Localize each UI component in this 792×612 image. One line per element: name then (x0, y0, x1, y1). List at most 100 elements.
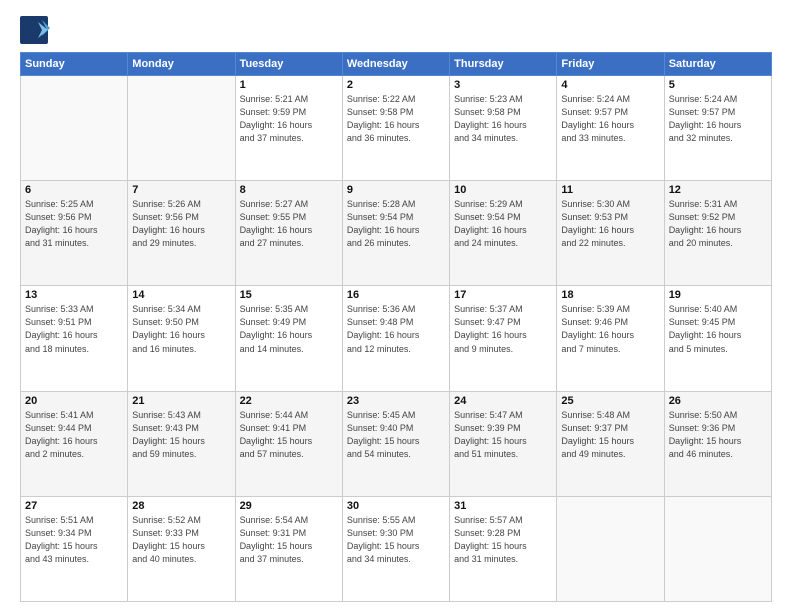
calendar-cell: 18 Sunrise: 5:39 AMSunset: 9:46 PMDayligh… (557, 286, 664, 391)
calendar-cell: 5Sunrise: 5:24 AMSunset: 9:57 PMDaylight… (664, 76, 771, 181)
day-number: 3 (454, 79, 552, 91)
day-number: 28 (132, 500, 230, 512)
day-number: 18 (561, 289, 659, 301)
day-info: Sunrise: 5:37 AMSunset: 9:47 PMDaylight:… (454, 303, 552, 355)
day-info: Sunrise: 5:41 AMSunset: 9:44 PMDaylight:… (25, 409, 123, 461)
day-info: Sunrise: 5:43 AMSunset: 9:43 PMDaylight:… (132, 409, 230, 461)
calendar-cell: 14Sunrise: 5:34 AMSunset: 9:50 PMDayligh… (128, 286, 235, 391)
calendar-cell: 31Sunrise: 5:57 AMSunset: 9:28 PMDayligh… (450, 496, 557, 601)
calendar-cell: 15 Sunrise: 5:35 AMSunset: 9:49 PMDayligh… (235, 286, 342, 391)
calendar-cell (128, 76, 235, 181)
calendar-cell: 28 Sunrise: 5:52 AMSunset: 9:33 PMDayligh… (128, 496, 235, 601)
day-number: 23 (347, 395, 445, 407)
calendar-cell: 9 Sunrise: 5:28 AMSunset: 9:54 PMDaylight… (342, 181, 449, 286)
calendar-week-row: 20 Sunrise: 5:41 AMSunset: 9:44 PMDayligh… (21, 391, 772, 496)
calendar-cell: 24 Sunrise: 5:47 AMSunset: 9:39 PMDayligh… (450, 391, 557, 496)
logo-icon (20, 16, 50, 44)
day-number: 13 (25, 289, 123, 301)
day-info: Sunrise: 5:28 AMSunset: 9:54 PMDaylight:… (347, 198, 445, 250)
calendar-cell (664, 496, 771, 601)
calendar-cell: 11 Sunrise: 5:30 AMSunset: 9:53 PMDayligh… (557, 181, 664, 286)
day-info: Sunrise: 5:27 AMSunset: 9:55 PMDaylight:… (240, 198, 338, 250)
day-info: Sunrise: 5:44 AMSunset: 9:41 PMDaylight:… (240, 409, 338, 461)
calendar-cell: 29Sunrise: 5:54 AMSunset: 9:31 PMDayligh… (235, 496, 342, 601)
calendar-cell: 12Sunrise: 5:31 AMSunset: 9:52 PMDayligh… (664, 181, 771, 286)
day-info: Sunrise: 5:23 AMSunset: 9:58 PMDaylight:… (454, 93, 552, 145)
calendar-cell: 17 Sunrise: 5:37 AMSunset: 9:47 PMDayligh… (450, 286, 557, 391)
day-info: Sunrise: 5:34 AMSunset: 9:50 PMDaylight:… (132, 303, 230, 355)
day-number: 17 (454, 289, 552, 301)
page: SundayMondayTuesdayWednesdayThursdayFrid… (0, 0, 792, 612)
day-number: 25 (561, 395, 659, 407)
day-number: 26 (669, 395, 767, 407)
day-info: Sunrise: 5:47 AMSunset: 9:39 PMDaylight:… (454, 409, 552, 461)
calendar-week-row: 1 Sunrise: 5:21 AMSunset: 9:59 PMDaylight… (21, 76, 772, 181)
col-header-friday: Friday (557, 53, 664, 76)
day-info: Sunrise: 5:30 AMSunset: 9:53 PMDaylight:… (561, 198, 659, 250)
day-info: Sunrise: 5:39 AMSunset: 9:46 PMDaylight:… (561, 303, 659, 355)
day-number: 5 (669, 79, 767, 91)
calendar-cell: 30Sunrise: 5:55 AMSunset: 9:30 PMDayligh… (342, 496, 449, 601)
day-number: 27 (25, 500, 123, 512)
calendar-week-row: 6Sunrise: 5:25 AMSunset: 9:56 PMDaylight… (21, 181, 772, 286)
day-number: 9 (347, 184, 445, 196)
calendar-cell: 1 Sunrise: 5:21 AMSunset: 9:59 PMDaylight… (235, 76, 342, 181)
day-info: Sunrise: 5:55 AMSunset: 9:30 PMDaylight:… (347, 514, 445, 566)
day-number: 6 (25, 184, 123, 196)
day-number: 21 (132, 395, 230, 407)
calendar-cell: 21 Sunrise: 5:43 AMSunset: 9:43 PMDayligh… (128, 391, 235, 496)
col-header-saturday: Saturday (664, 53, 771, 76)
day-info: Sunrise: 5:52 AMSunset: 9:33 PMDaylight:… (132, 514, 230, 566)
day-number: 20 (25, 395, 123, 407)
calendar-cell (557, 496, 664, 601)
day-info: Sunrise: 5:40 AMSunset: 9:45 PMDaylight:… (669, 303, 767, 355)
day-info: Sunrise: 5:29 AMSunset: 9:54 PMDaylight:… (454, 198, 552, 250)
calendar-cell: 4Sunrise: 5:24 AMSunset: 9:57 PMDaylight… (557, 76, 664, 181)
col-header-thursday: Thursday (450, 53, 557, 76)
calendar-cell: 20 Sunrise: 5:41 AMSunset: 9:44 PMDayligh… (21, 391, 128, 496)
day-number: 8 (240, 184, 338, 196)
day-info: Sunrise: 5:36 AMSunset: 9:48 PMDaylight:… (347, 303, 445, 355)
calendar-cell: 26 Sunrise: 5:50 AMSunset: 9:36 PMDayligh… (664, 391, 771, 496)
calendar-cell: 13 Sunrise: 5:33 AMSunset: 9:51 PMDayligh… (21, 286, 128, 391)
day-number: 1 (240, 79, 338, 91)
day-info: Sunrise: 5:21 AMSunset: 9:59 PMDaylight:… (240, 93, 338, 145)
day-info: Sunrise: 5:54 AMSunset: 9:31 PMDaylight:… (240, 514, 338, 566)
calendar-cell: 3 Sunrise: 5:23 AMSunset: 9:58 PMDaylight… (450, 76, 557, 181)
day-info: Sunrise: 5:48 AMSunset: 9:37 PMDaylight:… (561, 409, 659, 461)
header (20, 16, 772, 44)
day-number: 31 (454, 500, 552, 512)
day-number: 22 (240, 395, 338, 407)
day-number: 15 (240, 289, 338, 301)
day-number: 7 (132, 184, 230, 196)
day-number: 10 (454, 184, 552, 196)
day-info: Sunrise: 5:26 AMSunset: 9:56 PMDaylight:… (132, 198, 230, 250)
day-info: Sunrise: 5:45 AMSunset: 9:40 PMDaylight:… (347, 409, 445, 461)
day-info: Sunrise: 5:31 AMSunset: 9:52 PMDaylight:… (669, 198, 767, 250)
calendar-cell: 7 Sunrise: 5:26 AMSunset: 9:56 PMDaylight… (128, 181, 235, 286)
calendar-cell: 8 Sunrise: 5:27 AMSunset: 9:55 PMDaylight… (235, 181, 342, 286)
day-info: Sunrise: 5:50 AMSunset: 9:36 PMDaylight:… (669, 409, 767, 461)
col-header-sunday: Sunday (21, 53, 128, 76)
col-header-wednesday: Wednesday (342, 53, 449, 76)
day-number: 11 (561, 184, 659, 196)
calendar-cell: 10 Sunrise: 5:29 AMSunset: 9:54 PMDayligh… (450, 181, 557, 286)
day-number: 24 (454, 395, 552, 407)
col-header-monday: Monday (128, 53, 235, 76)
calendar-cell: 22 Sunrise: 5:44 AMSunset: 9:41 PMDayligh… (235, 391, 342, 496)
day-number: 4 (561, 79, 659, 91)
day-number: 19 (669, 289, 767, 301)
calendar-cell: 2Sunrise: 5:22 AMSunset: 9:58 PMDaylight… (342, 76, 449, 181)
day-info: Sunrise: 5:35 AMSunset: 9:49 PMDaylight:… (240, 303, 338, 355)
calendar-cell: 16Sunrise: 5:36 AMSunset: 9:48 PMDayligh… (342, 286, 449, 391)
day-info: Sunrise: 5:33 AMSunset: 9:51 PMDaylight:… (25, 303, 123, 355)
calendar-cell: 6Sunrise: 5:25 AMSunset: 9:56 PMDaylight… (21, 181, 128, 286)
col-header-tuesday: Tuesday (235, 53, 342, 76)
calendar-cell: 27Sunrise: 5:51 AMSunset: 9:34 PMDayligh… (21, 496, 128, 601)
calendar-week-row: 13 Sunrise: 5:33 AMSunset: 9:51 PMDayligh… (21, 286, 772, 391)
calendar-header-row: SundayMondayTuesdayWednesdayThursdayFrid… (21, 53, 772, 76)
day-number: 2 (347, 79, 445, 91)
calendar-cell (21, 76, 128, 181)
calendar-week-row: 27Sunrise: 5:51 AMSunset: 9:34 PMDayligh… (21, 496, 772, 601)
calendar-table: SundayMondayTuesdayWednesdayThursdayFrid… (20, 52, 772, 602)
